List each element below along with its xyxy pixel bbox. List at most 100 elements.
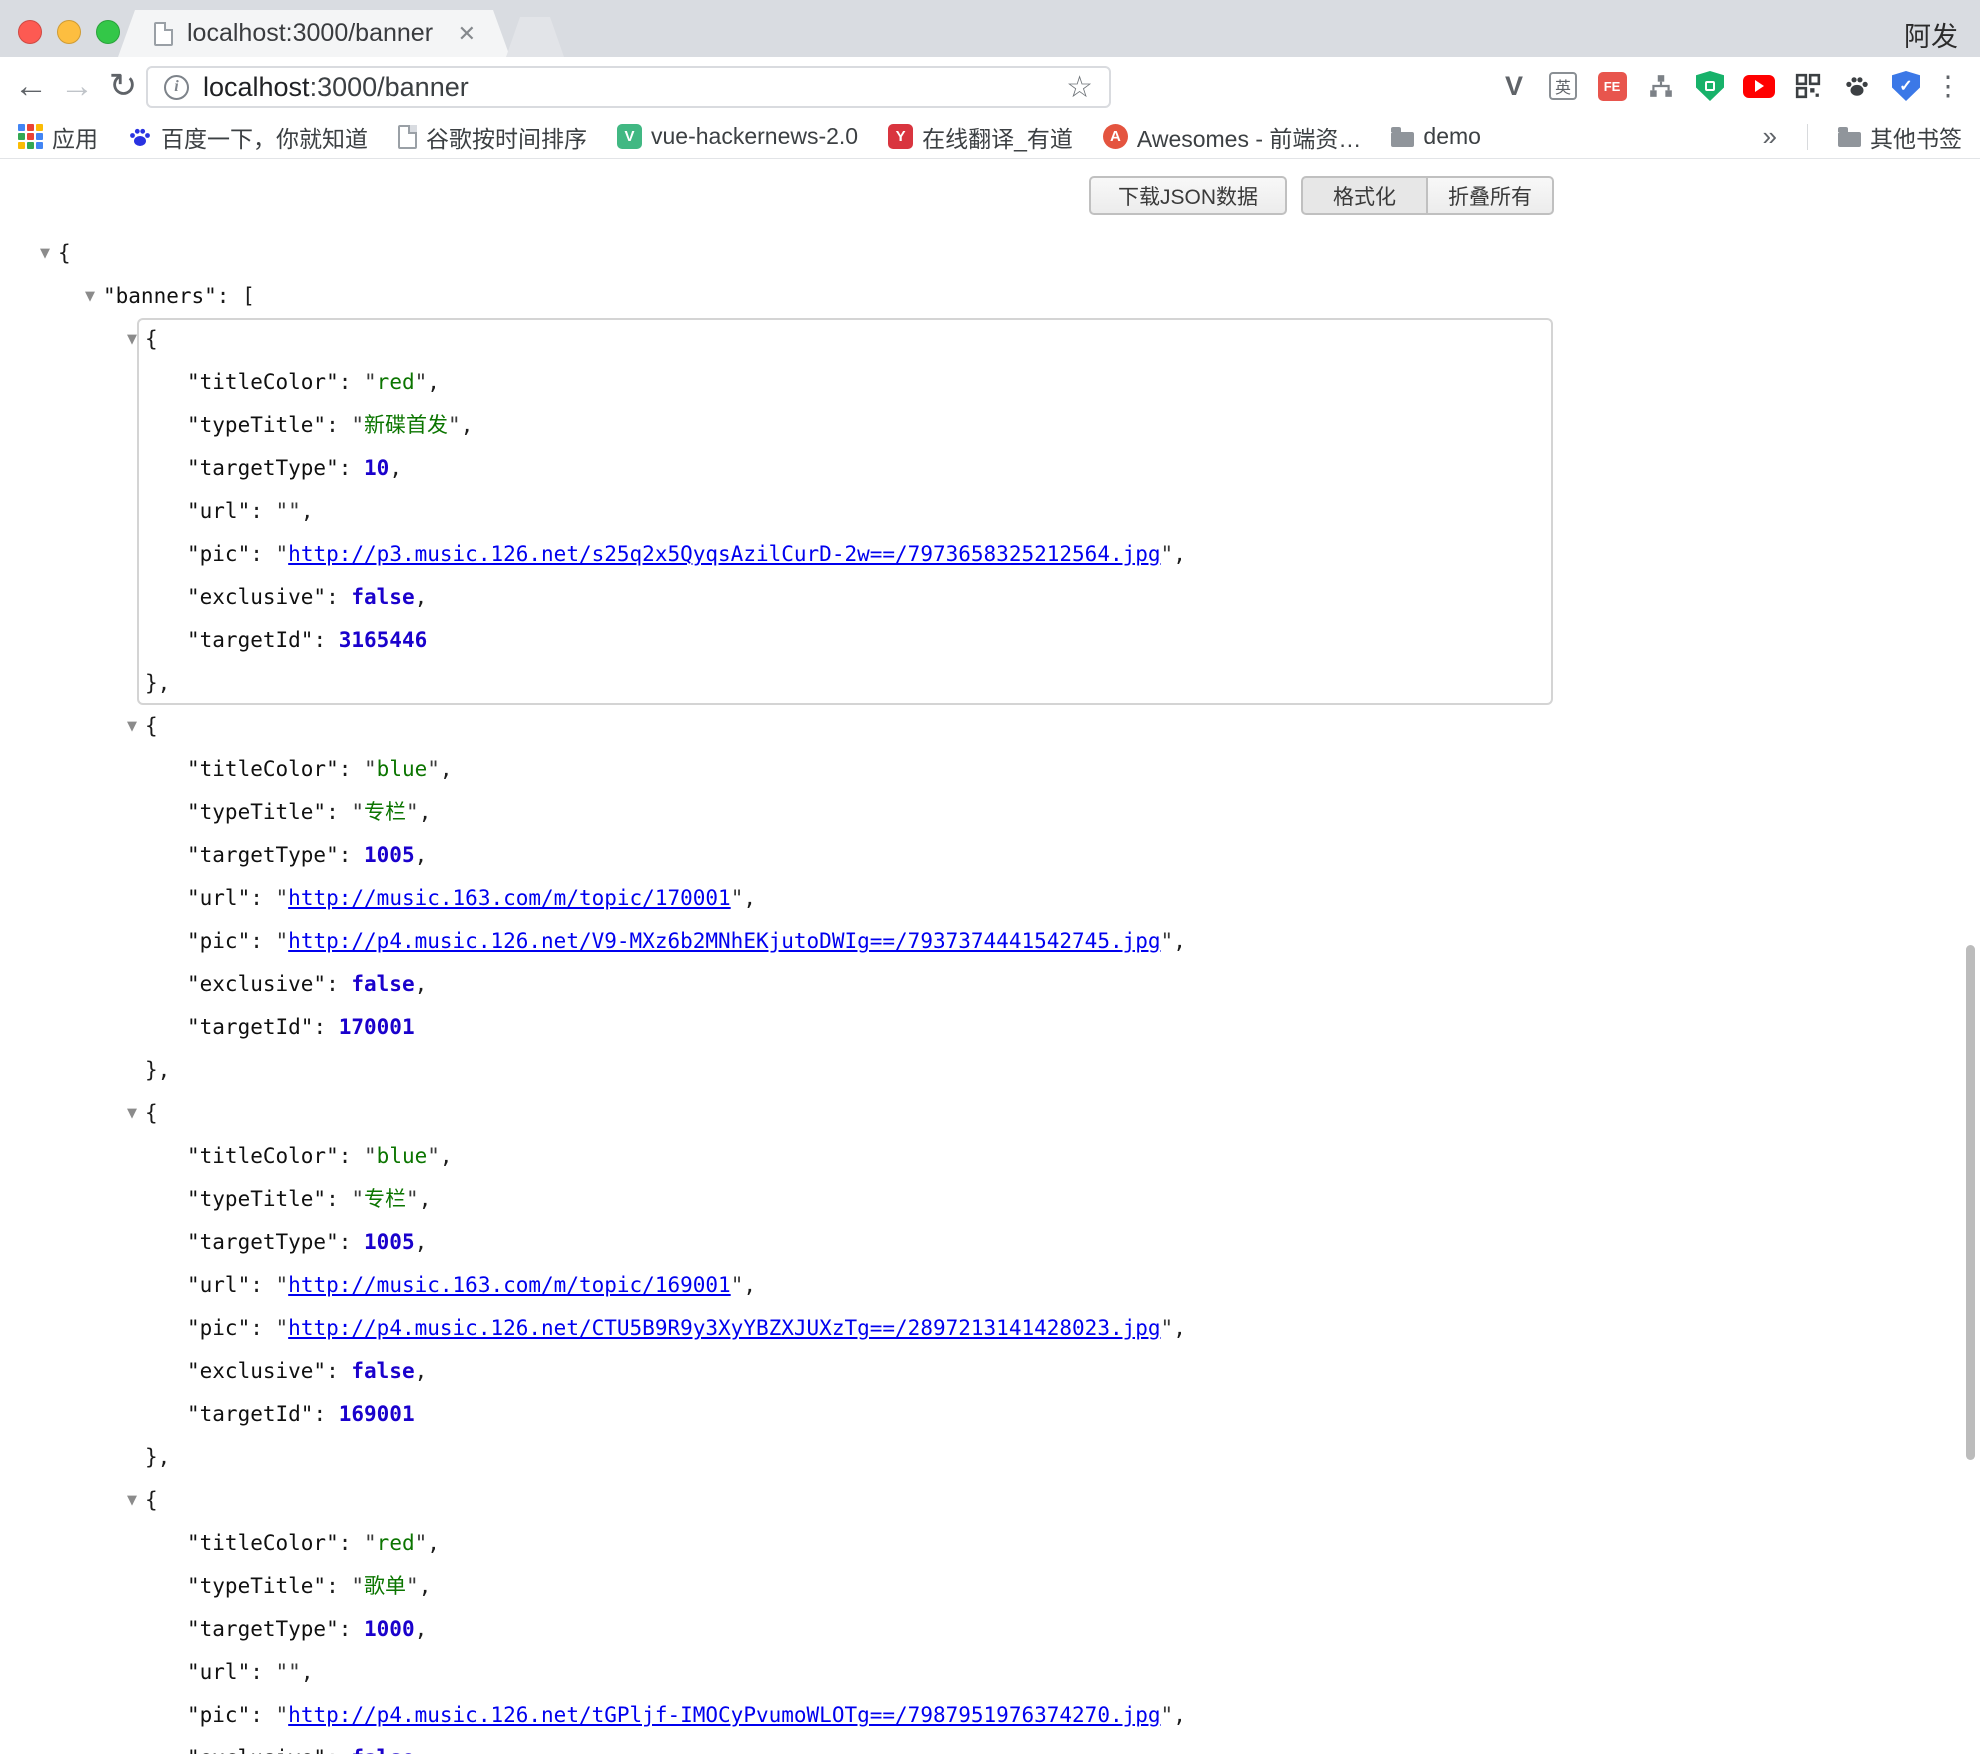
tab-close-icon[interactable]: ✕ (458, 21, 476, 47)
json-key: "typeTitle" (187, 1574, 326, 1598)
other-bookmarks-folder[interactable]: 其他书签 (1838, 120, 1962, 154)
paw-extension-icon[interactable] (1841, 70, 1873, 102)
json-number-value: 3165446 (339, 628, 428, 652)
bookmark-google-sort[interactable]: 谷歌按时间排序 (398, 120, 587, 154)
json-url-link[interactable]: http://p4.music.126.net/tGPljf-IMOCyPvum… (288, 1703, 1160, 1727)
collapse-all-button[interactable]: 折叠所有 (1426, 176, 1554, 215)
qr-code-extension-icon[interactable] (1792, 70, 1824, 102)
json-property: "exclusive": false (137, 1737, 1553, 1754)
bookmark-label: 应用 (52, 120, 98, 154)
vimium-extension-icon[interactable]: V (1498, 70, 1530, 102)
json-url-link[interactable]: http://music.163.com/m/topic/170001 (288, 886, 731, 910)
bookmark-apps[interactable]: 应用 (18, 120, 98, 154)
youtube-extension-icon[interactable] (1743, 70, 1775, 102)
green-shield-extension-icon[interactable] (1694, 70, 1726, 102)
forward-button[interactable]: → (54, 57, 100, 115)
json-property: "targetType": 1000, (137, 1608, 1553, 1651)
baidu-paw-icon (128, 125, 152, 149)
format-button[interactable]: 格式化 (1301, 176, 1428, 215)
json-token: " (276, 1703, 289, 1727)
page-info-icon[interactable]: i (164, 75, 189, 100)
reload-button[interactable]: ↻ (100, 57, 146, 115)
json-array-entry[interactable]: ▼{"titleColor": "red","typeTitle": "新碟首发… (137, 318, 1553, 705)
json-number-value: 1005 (364, 1230, 415, 1254)
json-property: "titleColor": "blue", (137, 1135, 1553, 1178)
bookmark-label: 其他书签 (1870, 120, 1962, 154)
json-array-entry[interactable]: ▼{"titleColor": "red","typeTitle": "歌单",… (137, 1479, 1553, 1754)
page-favicon-icon (154, 22, 173, 46)
json-key: "url" (187, 1660, 250, 1684)
expander-triangle-icon[interactable]: ▼ (119, 705, 145, 748)
expander-triangle-icon[interactable]: ▼ (119, 1479, 145, 1522)
org-chart-glyph (1648, 73, 1674, 99)
json-token: " (351, 1187, 364, 1211)
json-token: " (406, 800, 419, 824)
json-property: "pic": "http://p4.music.126.net/CTU5B9R9… (137, 1307, 1553, 1350)
json-key: "pic" (187, 1316, 250, 1340)
address-bar[interactable]: i localhost:3000/banner ☆ (146, 66, 1111, 108)
profile-name[interactable]: 阿发 (1904, 15, 1958, 54)
json-property: "titleColor": "blue", (137, 748, 1553, 791)
json-key: "pic" (187, 1703, 250, 1727)
zoom-window-button[interactable] (96, 20, 120, 44)
expander-triangle-icon[interactable]: ▼ (119, 318, 145, 361)
fehelper-extension-icon[interactable]: FE (1596, 70, 1628, 102)
json-key: "exclusive" (187, 1359, 326, 1383)
new-tab-button[interactable] (506, 17, 564, 57)
json-property: "pic": "http://p3.music.126.net/s25q2x5Q… (137, 533, 1553, 576)
json-url-link[interactable]: http://p4.music.126.net/CTU5B9R9y3XyYBZX… (288, 1316, 1160, 1340)
json-entry-open: ▼{ (137, 1479, 1553, 1522)
json-url-link[interactable]: http://p3.music.126.net/s25q2x5QyqsAzilC… (288, 542, 1160, 566)
json-url-link[interactable]: http://p4.music.126.net/V9-MXz6b2MNhEKju… (288, 929, 1160, 953)
json-token: " (364, 757, 377, 781)
expander-triangle-icon[interactable]: ▼ (32, 232, 58, 275)
json-string-value: red (377, 1531, 415, 1555)
minimize-window-button[interactable] (57, 20, 81, 44)
json-property: "titleColor": "red", (137, 1522, 1553, 1565)
org-chart-extension-icon[interactable] (1645, 70, 1677, 102)
browser-tab[interactable]: localhost:3000/banner ✕ (118, 10, 510, 57)
json-token: " (731, 1273, 744, 1297)
json-property: "targetType": 10, (137, 447, 1553, 490)
json-entry-open: ▼{ (137, 318, 1553, 361)
json-property: "typeTitle": "歌单", (137, 1565, 1553, 1608)
chrome-menu-icon[interactable]: ⋮ (1928, 57, 1968, 115)
json-token: " (364, 1531, 377, 1555)
json-key: "typeTitle" (187, 1187, 326, 1211)
expander-triangle-icon[interactable]: ▼ (119, 1092, 145, 1135)
json-entry-close: }, (137, 662, 1553, 705)
download-json-button[interactable]: 下载JSON数据 (1089, 176, 1287, 215)
json-entry-open: ▼{ (137, 705, 1553, 748)
bookmark-awesomes[interactable]: A Awesomes - 前端资… (1103, 120, 1362, 154)
bookmark-vue-hackernews[interactable]: V vue-hackernews-2.0 (617, 123, 858, 150)
json-property: "exclusive": false, (137, 963, 1553, 1006)
json-property: "url": "http://music.163.com/m/topic/169… (137, 1264, 1553, 1307)
translate-extension-icon[interactable]: 英 (1547, 70, 1579, 102)
json-property: "url": "http://music.163.com/m/topic/170… (137, 877, 1553, 920)
blue-shield-extension-icon[interactable]: ✓ (1890, 70, 1922, 102)
expander-triangle-icon[interactable]: ▼ (77, 275, 103, 318)
json-key: "pic" (187, 929, 250, 953)
paw-glyph (1844, 73, 1870, 99)
bookmarks-overflow-icon[interactable]: » (1763, 121, 1777, 152)
json-array-entry[interactable]: ▼{"titleColor": "blue","typeTitle": "专栏"… (137, 705, 1553, 1092)
bookmark-baidu[interactable]: 百度一下，你就知道 (128, 120, 368, 154)
bookmark-label: 在线翻译_有道 (922, 120, 1073, 154)
bookmark-label: 百度一下，你就知道 (161, 120, 368, 154)
json-string-value: 专栏 (364, 1187, 406, 1211)
url-path: :3000/banner (310, 72, 469, 102)
bookmark-youdao-translate[interactable]: Y 在线翻译_有道 (888, 120, 1073, 154)
json-url-link[interactable]: http://music.163.com/m/topic/169001 (288, 1273, 731, 1297)
json-key: "url" (187, 1273, 250, 1297)
json-property: "pic": "http://p4.music.126.net/tGPljf-I… (137, 1694, 1553, 1737)
vertical-scrollbar-thumb[interactable] (1966, 945, 1975, 1460)
back-button[interactable]: ← (8, 57, 54, 115)
json-string-value: 专栏 (364, 800, 406, 824)
url-text[interactable]: localhost:3000/banner (203, 72, 1066, 103)
bookmark-demo-folder[interactable]: demo (1391, 123, 1481, 150)
bookmark-star-icon[interactable]: ☆ (1066, 70, 1093, 105)
json-property: "targetType": 1005, (137, 834, 1553, 877)
page-content: 下载JSON数据 格式化 折叠所有 ▼{▼"banners": [▼{"titl… (0, 159, 1980, 1754)
close-window-button[interactable] (18, 20, 42, 44)
json-array-entry[interactable]: ▼{"titleColor": "blue","typeTitle": "专栏"… (137, 1092, 1553, 1479)
